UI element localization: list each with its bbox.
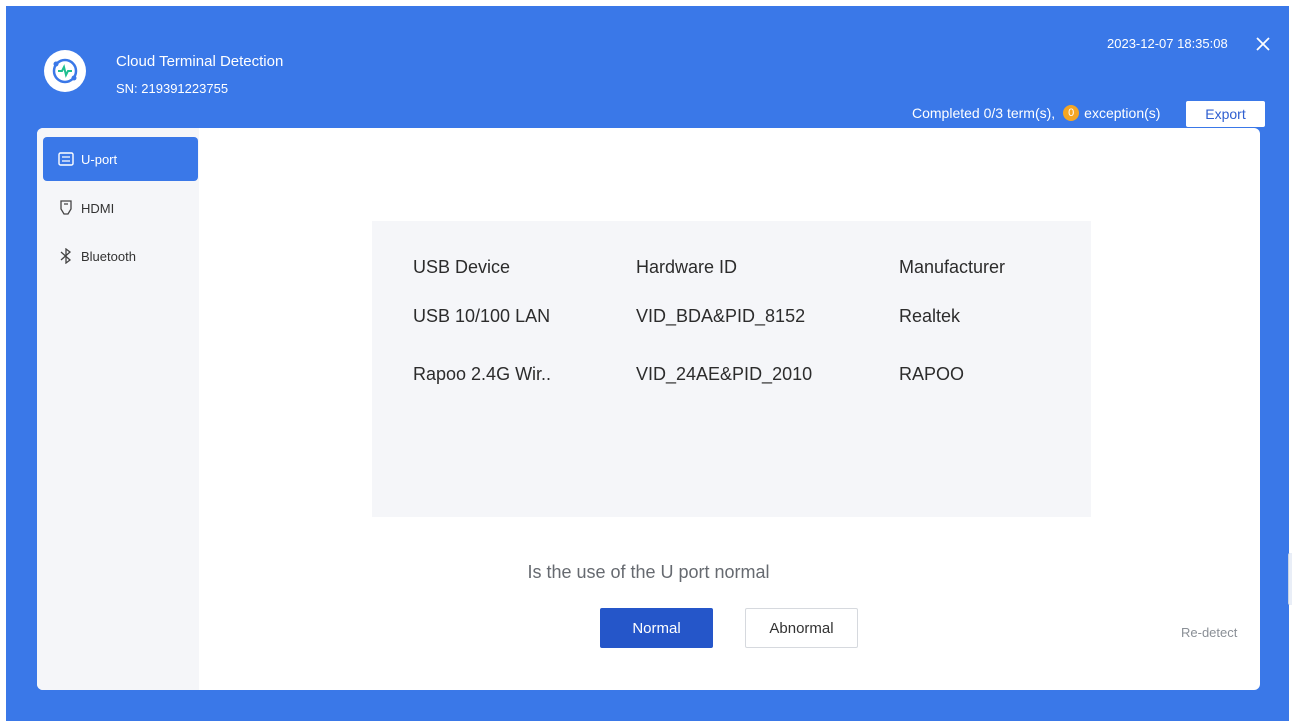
app-title: Cloud Terminal Detection: [116, 53, 284, 70]
hdmi-icon: [58, 200, 74, 216]
table-cell-device: USB 10/100 LAN: [413, 306, 551, 326]
pulse-monitor-icon: [44, 50, 86, 92]
export-button[interactable]: Export: [1186, 101, 1265, 127]
main-panel: U-port HDMI Bluetooth USB Device Hardwar…: [37, 128, 1260, 690]
sidebar-item-u-port[interactable]: U-port: [43, 137, 198, 181]
sidebar-item-label: HDMI: [81, 200, 115, 216]
sidebar: U-port HDMI Bluetooth: [37, 128, 199, 690]
progress-status: Completed 0/3 term(s), 0 exception(s): [912, 105, 1160, 121]
bluetooth-icon: [58, 248, 74, 264]
table-cell-manufacturer: RAPOO: [899, 364, 965, 384]
completed-text: Completed 0/3 term(s),: [912, 105, 1056, 121]
sidebar-item-hdmi[interactable]: HDMI: [43, 186, 198, 230]
sidebar-item-label: U-port: [81, 151, 118, 167]
confirmation-question: Is the use of the U port normal: [527, 562, 770, 582]
column-header-hardware-id: Hardware ID: [636, 257, 738, 277]
exception-count-badge: 0: [1063, 105, 1080, 121]
datetime: 2023-12-07 18:35:08: [1107, 36, 1228, 51]
normal-button[interactable]: Normal: [600, 608, 713, 648]
exception-label: exception(s): [1084, 105, 1161, 121]
close-icon[interactable]: [1252, 33, 1274, 55]
table-cell-hardware-id: VID_BDA&PID_8152: [636, 306, 806, 326]
table-cell-device: Rapoo 2.4G Wir..: [413, 364, 552, 384]
table-cell-hardware-id: VID_24AE&PID_2010: [636, 364, 813, 384]
usb-device-table: USB Device Hardware ID Manufacturer USB …: [372, 221, 1091, 517]
usb-port-icon: [58, 151, 74, 167]
column-header-manufacturer: Manufacturer: [899, 257, 1006, 277]
table-cell-manufacturer: Realtek: [899, 306, 961, 326]
column-header-usb-device: USB Device: [413, 257, 511, 277]
abnormal-button[interactable]: Abnormal: [745, 608, 858, 648]
redetect-link[interactable]: Re-detect: [1181, 625, 1237, 640]
side-drawer-handle[interactable]: [1288, 553, 1292, 605]
sidebar-item-label: Bluetooth: [81, 248, 136, 264]
serial-number: SN: 219391223755: [116, 81, 229, 96]
sidebar-item-bluetooth[interactable]: Bluetooth: [43, 234, 198, 278]
